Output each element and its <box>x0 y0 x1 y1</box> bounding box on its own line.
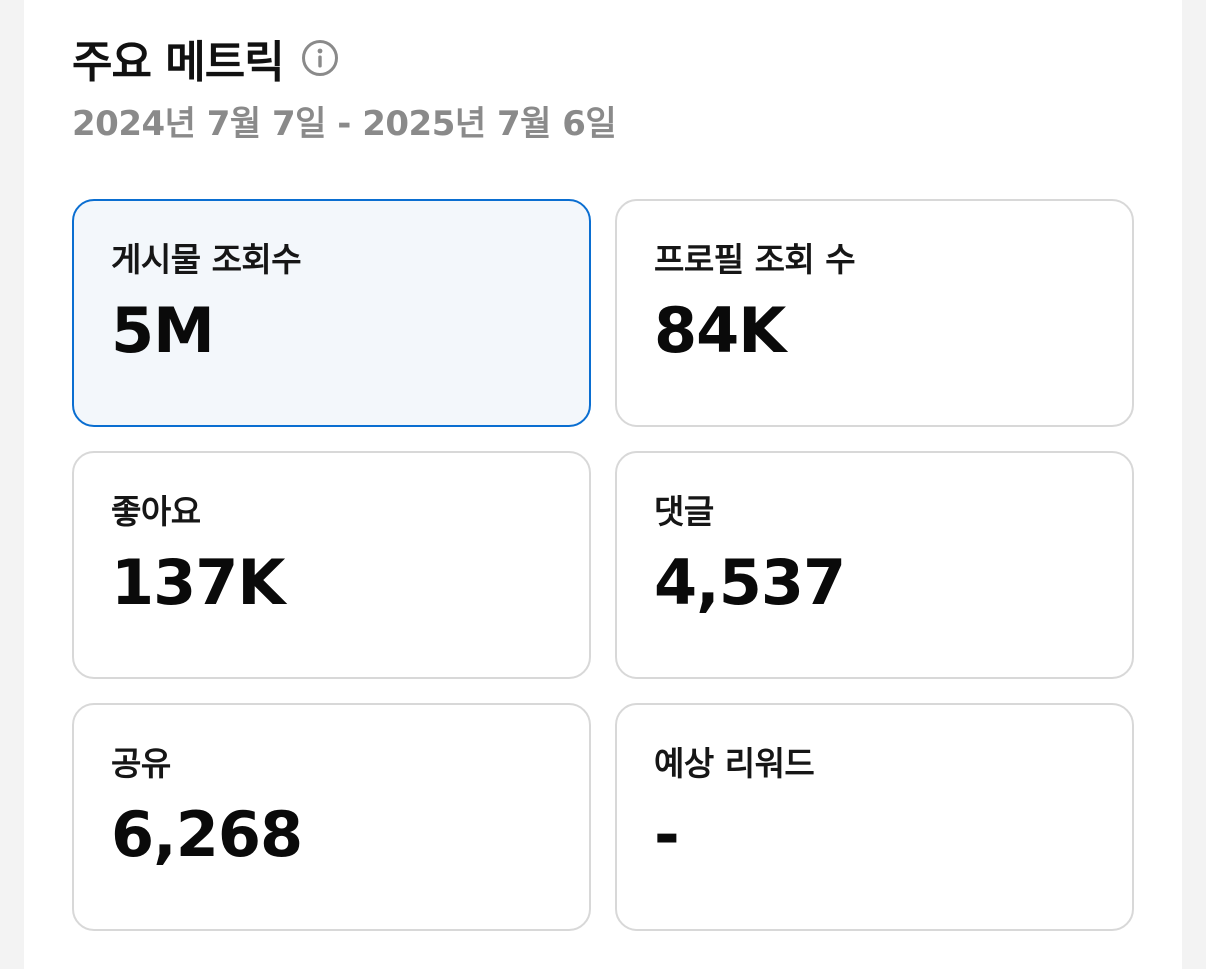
metric-value: 6,268 <box>111 798 303 871</box>
metric-card-estimated-rewards[interactable]: 예상 리워드 - <box>615 703 1134 931</box>
metric-card-comments[interactable]: 댓글 4,537 <box>615 451 1134 679</box>
metric-label: 좋아요 <box>111 492 201 531</box>
metric-label: 게시물 조회수 <box>111 240 302 279</box>
metric-label: 공유 <box>111 744 171 783</box>
metric-value: 137K <box>111 546 285 619</box>
metrics-header: 주요 메트릭 2024년 7월 7일 - 2025년 7월 6일 <box>72 28 1134 145</box>
metric-label: 프로필 조회 수 <box>654 240 856 279</box>
page-title: 주요 메트릭 <box>72 37 285 88</box>
metrics-grid: 게시물 조회수 5M 프로필 조회 수 84K 좋아요 137K 댓글 4,53… <box>72 199 1134 931</box>
metrics-panel: 주요 메트릭 2024년 7월 7일 - 2025년 7월 6일 게시물 조회수… <box>24 0 1182 969</box>
date-range: 2024년 7월 7일 - 2025년 7월 6일 <box>72 104 617 144</box>
metric-card-likes[interactable]: 좋아요 137K <box>72 451 591 679</box>
metric-value: 4,537 <box>654 546 846 619</box>
metric-label: 댓글 <box>654 492 714 531</box>
metric-card-shares[interactable]: 공유 6,268 <box>72 703 591 931</box>
metric-label: 예상 리워드 <box>654 744 815 783</box>
metric-card-post-views[interactable]: 게시물 조회수 5M <box>72 199 591 427</box>
metric-value: - <box>654 798 680 871</box>
title-row: 주요 메트릭 <box>72 28 1134 88</box>
info-icon[interactable] <box>300 38 340 78</box>
metric-value: 5M <box>111 294 215 367</box>
metric-card-profile-views[interactable]: 프로필 조회 수 84K <box>615 199 1134 427</box>
metric-value: 84K <box>654 294 786 367</box>
